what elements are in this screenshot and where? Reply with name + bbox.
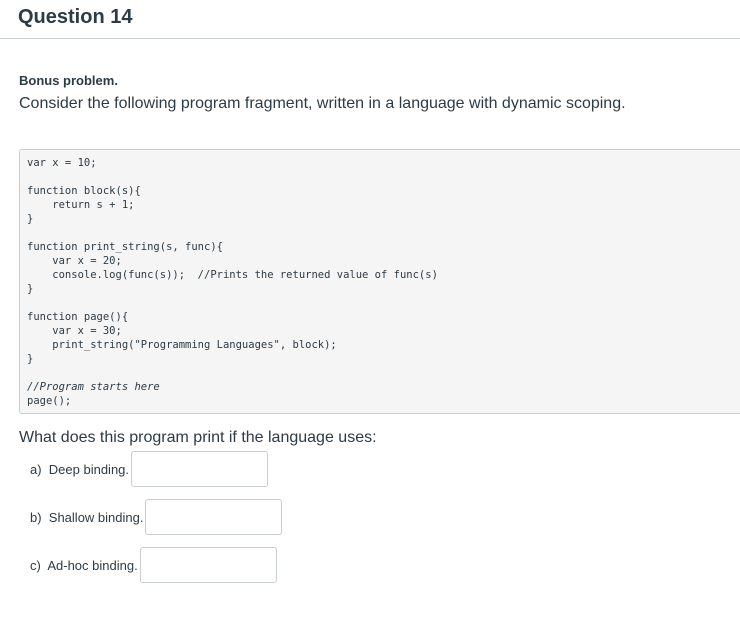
code-line: var x = 10; xyxy=(27,157,97,169)
answer-label-adhoc: c) Ad-hoc binding. xyxy=(30,557,138,573)
code-line: //Program starts here xyxy=(27,381,160,393)
answer-row-deep: a) Deep binding. xyxy=(30,451,269,487)
deep-binding-input[interactable] xyxy=(131,451,269,487)
answer-row-shallow: b) Shallow binding. xyxy=(30,499,283,535)
code-line: function block(s){ xyxy=(27,185,141,197)
adhoc-binding-input[interactable] xyxy=(139,547,277,583)
code-line: function page(){ xyxy=(27,311,129,323)
code-block: var x = 10; function block(s){ return s … xyxy=(19,149,740,414)
code-line: return s + 1; xyxy=(27,199,135,211)
code-line: console.log(func(s)); //Prints the retur… xyxy=(27,269,438,281)
code-line: print_string("Programming Languages", bl… xyxy=(27,339,337,351)
answer-prompt: What does this program print if the lang… xyxy=(19,429,377,446)
shallow-binding-input[interactable] xyxy=(145,499,283,535)
question-header: Question 14 xyxy=(0,0,740,39)
question-intro: Consider the following program fragment,… xyxy=(19,95,626,112)
code-line: } xyxy=(27,353,34,365)
code-line: function print_string(s, func){ xyxy=(27,241,223,253)
code-line: } xyxy=(27,213,34,225)
code-line: var x = 30; xyxy=(27,325,122,337)
code-line: } xyxy=(27,283,34,295)
answer-row-adhoc: c) Ad-hoc binding. xyxy=(30,547,277,583)
answer-label-shallow: b) Shallow binding. xyxy=(30,509,144,525)
bonus-label: Bonus problem. xyxy=(19,73,118,88)
answer-label-deep: a) Deep binding. xyxy=(30,461,130,477)
code-line: page(); xyxy=(27,395,72,407)
code-line: var x = 20; xyxy=(27,255,122,267)
question-title: Question 14 xyxy=(18,6,133,28)
